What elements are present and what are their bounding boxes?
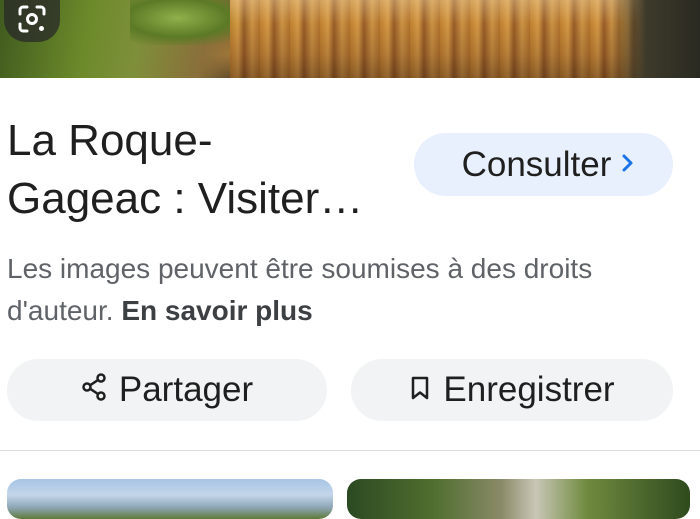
learn-more-link[interactable]: En savoir plus bbox=[121, 295, 312, 326]
related-image-thumbnail[interactable] bbox=[7, 479, 333, 519]
preview-image[interactable] bbox=[0, 0, 700, 78]
copyright-notice: Les images peuvent être soumises à des d… bbox=[7, 248, 687, 332]
visit-button[interactable]: Consulter bbox=[414, 133, 673, 196]
save-button[interactable]: Enregistrer bbox=[351, 359, 673, 421]
share-button-label: Partager bbox=[118, 370, 254, 409]
result-title[interactable]: La Roque- Gageac : Visiter… bbox=[7, 112, 402, 228]
lens-icon bbox=[17, 4, 47, 39]
lens-button[interactable] bbox=[4, 0, 60, 42]
result-title-line-2: Gageac : Visiter… bbox=[7, 174, 364, 223]
chevron-right-icon bbox=[621, 150, 635, 181]
result-title-line-1: La Roque- bbox=[7, 116, 213, 165]
share-icon bbox=[81, 370, 107, 410]
visit-button-label: Consulter bbox=[461, 144, 612, 184]
share-button[interactable]: Partager bbox=[7, 359, 327, 421]
section-divider bbox=[0, 450, 700, 451]
bookmark-icon bbox=[409, 370, 431, 410]
related-image-thumbnail[interactable] bbox=[347, 479, 690, 519]
image-shore bbox=[610, 0, 700, 78]
save-button-label: Enregistrer bbox=[443, 370, 615, 409]
